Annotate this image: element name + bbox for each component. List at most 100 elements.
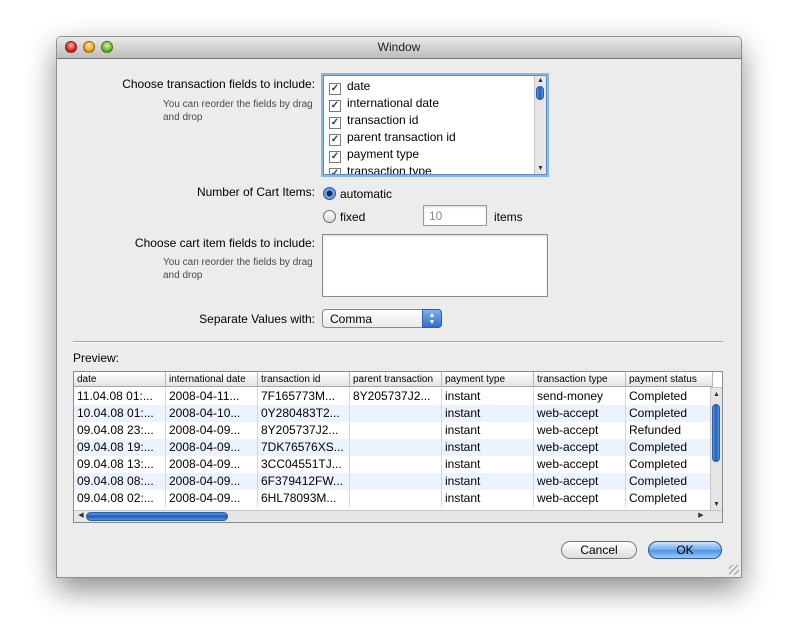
scroll-down-icon[interactable]: ▼ — [535, 164, 546, 174]
fixed-count-input[interactable]: 10 — [423, 205, 487, 226]
table-cell: 11.04.08 01:... — [74, 388, 166, 405]
table-cell: 2008-04-09... — [166, 439, 258, 456]
preview-table[interactable]: date international date transaction id pare… — [73, 371, 723, 523]
transaction-fields-list[interactable]: ✓ date ✓ international date ✓ transaction id ✓… — [323, 75, 547, 175]
table-cell: 09.04.08 08:... — [74, 473, 166, 490]
table-cell: Refunded — [626, 422, 713, 439]
table-cell: web-accept — [534, 405, 626, 422]
separator-value: Comma — [330, 312, 373, 326]
preview-vscrollbar[interactable]: ▲ ▼ — [710, 387, 722, 512]
column-header[interactable]: transaction id — [258, 372, 350, 387]
scroll-up-icon[interactable]: ▲ — [535, 76, 546, 86]
scroll-right-icon[interactable]: ▶ — [696, 511, 706, 521]
checkbox[interactable]: ✓ — [329, 151, 341, 163]
automatic-label[interactable]: automatic — [340, 187, 392, 201]
checkbox[interactable]: ✓ — [329, 83, 341, 95]
separator-label: Separate Values with: — [199, 312, 315, 326]
fixed-radio[interactable] — [323, 210, 336, 223]
scroll-left-icon[interactable]: ◀ — [76, 511, 86, 521]
transaction-field-label: payment type — [347, 147, 420, 161]
title-bar[interactable]: Window — [57, 37, 741, 59]
table-cell: instant — [442, 473, 534, 490]
transaction-field-item[interactable]: ✓ parent transaction id — [329, 129, 456, 146]
table-cell — [350, 422, 442, 439]
transaction-field-label: transaction id — [347, 113, 419, 127]
table-row[interactable]: 10.04.08 01:... 2008-04-10... 0Y280483T2..… — [74, 405, 713, 422]
table-cell: Completed — [626, 388, 713, 405]
column-header[interactable]: payment type — [442, 372, 534, 387]
preview-hscroll-thumb[interactable] — [86, 512, 228, 521]
transaction-field-item[interactable]: ✓ transaction id — [329, 112, 418, 129]
column-header[interactable]: transaction type — [534, 372, 626, 387]
scroll-up-icon[interactable]: ▲ — [711, 390, 722, 400]
table-cell: instant — [442, 405, 534, 422]
cancel-button[interactable]: Cancel — [561, 541, 637, 559]
cart-item-fields-label: Choose cart item fields to include: — [134, 236, 315, 250]
checkbox[interactable]: ✓ — [329, 117, 341, 129]
transaction-field-item[interactable]: ✓ transaction type — [329, 163, 432, 174]
ok-button[interactable]: OK — [648, 541, 722, 559]
table-cell: 6F379412FW... — [258, 473, 350, 490]
table-row[interactable]: 09.04.08 08:... 2008-04-09... 6F379412FW..… — [74, 473, 713, 490]
cart-item-fields-hint: You can reorder the fields by drag and d… — [163, 257, 313, 281]
table-cell: 0Y280483T2... — [258, 405, 350, 422]
table-cell: 3CC04551TJ... — [258, 456, 350, 473]
column-header[interactable]: date — [74, 372, 166, 387]
column-header[interactable]: payment status — [626, 372, 713, 387]
popup-arrows-icon: ▲ ▼ — [422, 309, 442, 328]
transaction-field-item[interactable]: ✓ international date — [329, 95, 439, 112]
table-cell — [350, 456, 442, 473]
table-cell: web-accept — [534, 490, 626, 507]
preview-vscroll-thumb[interactable] — [712, 404, 720, 462]
scroll-down-icon[interactable]: ▼ — [711, 500, 722, 510]
table-row[interactable]: 09.04.08 19:... 2008-04-09... 7DK76576XS..… — [74, 439, 713, 456]
table-cell: web-accept — [534, 422, 626, 439]
column-header[interactable]: parent transaction — [350, 372, 442, 387]
table-row[interactable]: 09.04.08 02:... 2008-04-09... 6HL78093M...… — [74, 490, 713, 507]
table-cell: 7DK76576XS... — [258, 439, 350, 456]
transaction-field-label: parent transaction id — [347, 130, 456, 144]
table-cell — [350, 405, 442, 422]
table-cell: web-accept — [534, 473, 626, 490]
transaction-fields-label: Choose transaction fields to include: — [122, 77, 315, 91]
automatic-radio[interactable] — [323, 187, 336, 200]
transaction-field-label: international date — [347, 96, 440, 110]
table-cell: Completed — [626, 473, 713, 490]
transaction-field-item[interactable]: ✓ date — [329, 78, 370, 95]
table-row[interactable]: 11.04.08 01:... 2008-04-11... 7F165773M...… — [74, 388, 713, 405]
table-cell: 7F165773M... — [258, 388, 350, 405]
table-cell — [350, 439, 442, 456]
cart-item-fields-list[interactable] — [322, 234, 548, 297]
transaction-fields-scrollbar[interactable]: ▲ ▼ — [534, 76, 546, 174]
table-cell: instant — [442, 422, 534, 439]
divider — [73, 341, 723, 343]
table-cell: 2008-04-11... — [166, 388, 258, 405]
table-cell: 09.04.08 19:... — [74, 439, 166, 456]
checkbox[interactable]: ✓ — [329, 168, 341, 174]
checkbox[interactable]: ✓ — [329, 134, 341, 146]
table-cell: 6HL78093M... — [258, 490, 350, 507]
fixed-label[interactable]: fixed — [340, 210, 365, 224]
transaction-field-label: date — [347, 79, 371, 93]
table-cell: Completed — [626, 490, 713, 507]
items-label: items — [494, 210, 523, 224]
separator-popup[interactable]: Comma ▲ ▼ — [322, 309, 442, 328]
column-header[interactable]: international date — [166, 372, 258, 387]
checkbox[interactable]: ✓ — [329, 100, 341, 112]
table-cell: instant — [442, 456, 534, 473]
table-row[interactable]: 09.04.08 13:... 2008-04-09... 3CC04551TJ..… — [74, 456, 713, 473]
scroll-thumb[interactable] — [536, 86, 544, 100]
table-cell: web-accept — [534, 456, 626, 473]
transaction-field-item[interactable]: ✓ payment type — [329, 146, 419, 163]
table-cell: web-accept — [534, 439, 626, 456]
table-cell: instant — [442, 490, 534, 507]
preview-hscrollbar[interactable]: ◀ ▶ — [74, 510, 722, 522]
table-cell: 8Y205737J2... — [258, 422, 350, 439]
table-row[interactable]: 09.04.08 23:... 2008-04-09... 8Y205737J2..… — [74, 422, 713, 439]
table-cell: 2008-04-09... — [166, 490, 258, 507]
table-cell: 2008-04-09... — [166, 456, 258, 473]
table-cell: instant — [442, 388, 534, 405]
cart-items-label: Number of Cart Items: — [196, 185, 315, 199]
resize-grip-icon[interactable] — [729, 565, 739, 575]
table-cell: Completed — [626, 405, 713, 422]
